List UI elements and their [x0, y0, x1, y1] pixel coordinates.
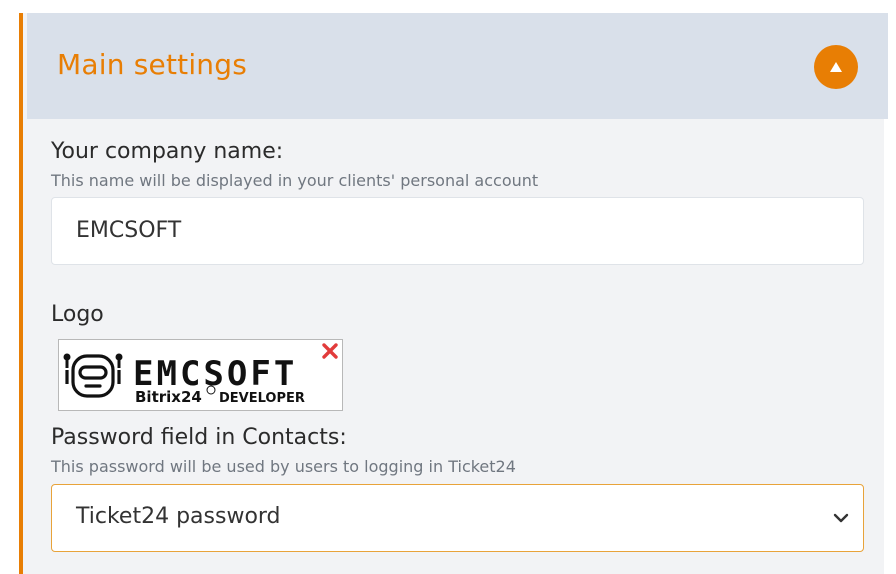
- main-settings-panel: Main settings Your company name: This na…: [19, 13, 888, 574]
- logo-image: EMCSOFT Bitrix24 DEVELOPER: [58, 339, 343, 411]
- close-icon[interactable]: [321, 342, 339, 360]
- logo-sub-text-2: DEVELOPER: [219, 391, 305, 406]
- logo-sub-text-1: Bitrix24: [135, 388, 202, 406]
- emcsoft-logo: EMCSOFT Bitrix24 DEVELOPER: [63, 353, 305, 406]
- password-field-select[interactable]: Ticket24 password: [51, 484, 864, 552]
- logo-label: Logo: [51, 302, 104, 327]
- collapse-button[interactable]: [814, 45, 858, 89]
- company-name-hint: This name will be displayed in your clie…: [51, 171, 539, 190]
- triangle-up-icon: [830, 62, 842, 72]
- chevron-down-icon: [833, 513, 849, 523]
- panel-header[interactable]: Main settings: [27, 13, 888, 119]
- password-field-selected: Ticket24 password: [76, 504, 281, 529]
- password-field-hint: This password will be used by users to l…: [51, 457, 516, 476]
- company-name-input[interactable]: EMCSOFT: [51, 197, 864, 265]
- company-name-label: Your company name:: [51, 139, 284, 164]
- panel-title: Main settings: [57, 48, 248, 81]
- password-field-label: Password field in Contacts:: [51, 425, 347, 450]
